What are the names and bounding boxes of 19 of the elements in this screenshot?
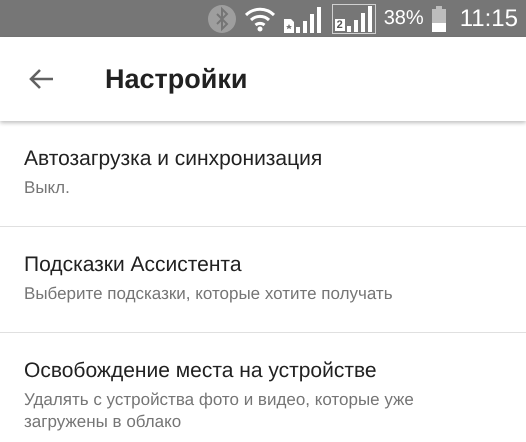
settings-item[interactable]: Подсказки Ассистента Выберите подсказки, которые хотите получать [0,227,526,333]
screen-title: Настройки [105,64,248,94]
setting-summary: Удалять с устройства фото и видео, которые уже загружены в облако [24,389,415,433]
clock-time: 11:15 [460,4,518,32]
wifi-icon [244,6,276,32]
battery-percentage: 38% [384,7,424,30]
settings-item[interactable]: Автозагрузка и синхронизация Выкл. [0,121,526,227]
back-arrow-icon [28,68,54,90]
sim-label: 2 [334,18,345,30]
settings-item[interactable]: Освобождение места на устройстве Удалять с устройства фото и видео, которые уже загружены в облако [0,333,526,439]
signal-icon [346,4,373,32]
battery-icon [432,6,446,32]
bluetooth-icon [208,4,236,32]
setting-title: Автозагрузка и синхронизация [24,147,324,171]
setting-title: Освобождение места на устройстве [24,359,378,383]
setting-title: Подсказки Ассистента [24,253,242,277]
setting-summary: Выкл. [24,177,71,199]
signal-icon [284,4,324,32]
setting-summary: Выберите подсказки, которые хотите получать [24,283,394,305]
